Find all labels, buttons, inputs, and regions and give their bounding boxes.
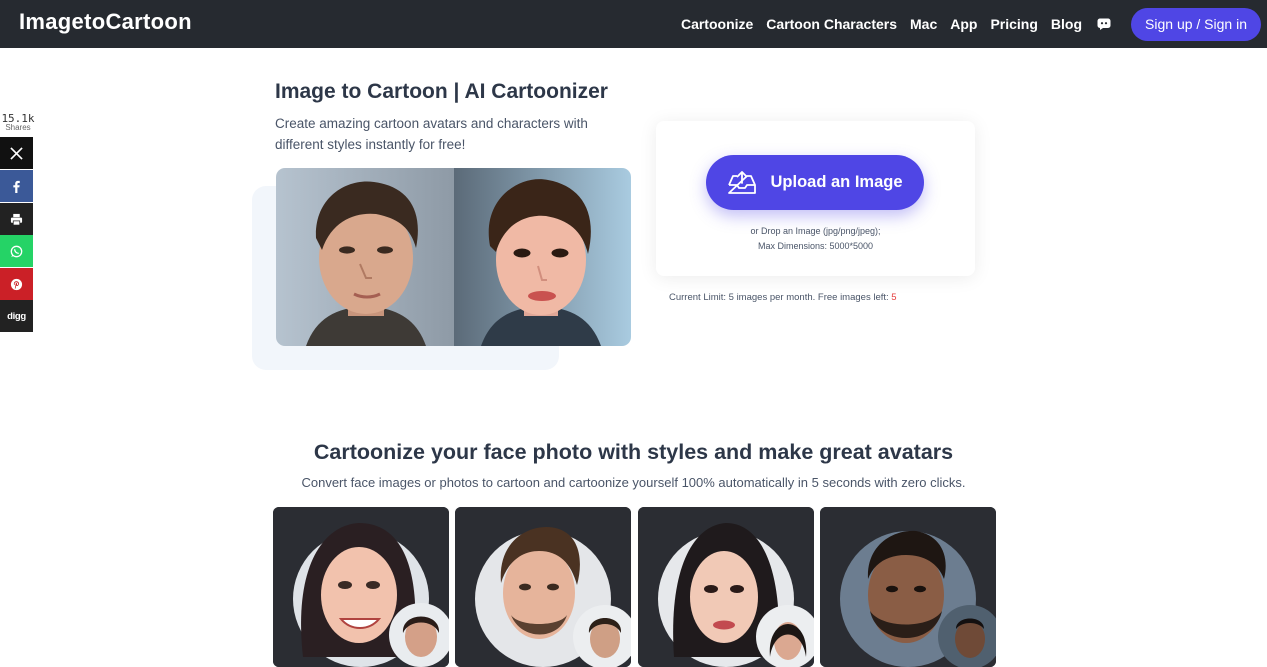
drop-format-text: or Drop an Image (jpg/png/jpeg); xyxy=(750,226,881,236)
nav-link-pricing[interactable]: Pricing xyxy=(990,16,1037,32)
usage-limit-text: Current Limit: 5 images per month. Free … xyxy=(669,292,892,303)
free-images-left: 5 xyxy=(891,292,897,303)
brand-logo[interactable]: ImagetoCartoon xyxy=(19,9,192,35)
drop-instructions: or Drop an Image (jpg/png/jpeg); Max Dim… xyxy=(656,224,975,254)
share-counter: 15.1k Shares xyxy=(0,112,36,132)
upload-image-button[interactable]: Upload an Image xyxy=(706,155,924,210)
nav-link-app[interactable]: App xyxy=(950,16,977,32)
share-label: Shares xyxy=(5,123,31,132)
facebook-share-button[interactable] xyxy=(0,170,33,202)
print-icon xyxy=(10,213,23,225)
digg-share-button[interactable]: digg xyxy=(0,300,33,332)
nav-links: Cartoonize Cartoon Characters Mac App Pr… xyxy=(681,0,1267,48)
nav-link-cartoonize[interactable]: Cartoonize xyxy=(681,16,753,32)
x-icon xyxy=(10,146,23,160)
max-dimensions-text: Max Dimensions: 5000*5000 xyxy=(757,241,874,251)
usage-limit: Current Limit: 5 images per month. Free … xyxy=(669,292,897,303)
avatar-example-card xyxy=(820,507,996,667)
avatar-example-card xyxy=(455,507,631,667)
hero-subtitle: Create amazing cartoon avatars and chara… xyxy=(275,116,588,152)
pinterest-icon xyxy=(10,278,23,290)
x-share-button[interactable] xyxy=(0,137,33,169)
avatar-example-card xyxy=(273,507,449,667)
digg-icon: digg xyxy=(7,310,26,322)
nav-link-cartoon-characters[interactable]: Cartoon Characters xyxy=(766,16,897,32)
nav-link-blog[interactable]: Blog xyxy=(1051,16,1082,32)
whatsapp-icon xyxy=(10,245,23,257)
avatar-example-card xyxy=(638,507,814,667)
section-title: Cartoonize your face photo with styles a… xyxy=(313,440,954,464)
before-after-example-image xyxy=(276,168,631,346)
discord-icon[interactable] xyxy=(1097,18,1111,30)
nav-link-mac[interactable]: Mac xyxy=(910,16,937,32)
facebook-icon xyxy=(13,180,20,193)
top-navbar: ImagetoCartoon Cartoonize Cartoon Charac… xyxy=(0,0,1267,48)
upload-tray-icon xyxy=(728,170,757,194)
upload-card[interactable]: Upload an Image or Drop an Image (jpg/pn… xyxy=(656,121,975,276)
upload-button-label: Upload an Image xyxy=(770,173,903,191)
print-share-button[interactable] xyxy=(0,203,33,235)
section-subtitle: Convert face images or photos to cartoon… xyxy=(301,475,966,490)
whatsapp-share-button[interactable] xyxy=(0,235,33,267)
pinterest-share-button[interactable] xyxy=(0,268,33,300)
hero-title: Image to Cartoon | AI Cartoonizer xyxy=(275,80,608,103)
signin-button[interactable]: Sign up / Sign in xyxy=(1131,7,1261,41)
